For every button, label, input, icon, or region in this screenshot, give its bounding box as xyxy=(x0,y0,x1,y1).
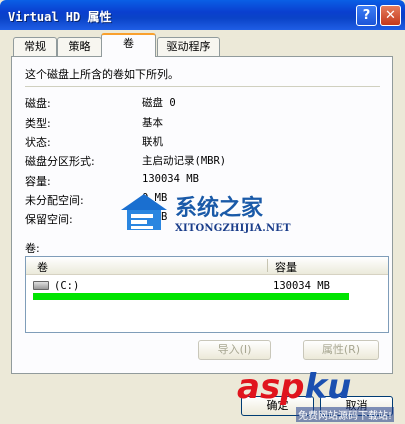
volume-cell[interactable]: (C:) xyxy=(54,280,79,292)
list-header: 卷 容量 xyxy=(26,257,388,275)
properties-button[interactable]: 属性(R) xyxy=(303,340,379,360)
house-logo-icon xyxy=(121,194,167,230)
capacity-value: 130034 MB xyxy=(142,173,199,185)
properties-dialog: Virtual HD 属性 ? ✕ 常规 策略 卷 驱动程序 这个磁盘上所含的卷… xyxy=(0,0,405,424)
aspku-watermark-subtitle: 免费网站源码下载站! xyxy=(296,407,395,422)
column-divider[interactable] xyxy=(267,259,268,272)
highlight-line xyxy=(33,293,349,300)
status-value: 联机 xyxy=(142,136,163,148)
column-header-capacity[interactable]: 容量 xyxy=(275,259,297,275)
panel-description: 这个磁盘上所含的卷如下所列。 xyxy=(25,68,179,81)
tab-policies[interactable]: 策略 xyxy=(57,37,102,56)
capacity-label: 容量: xyxy=(25,175,51,188)
title-bar[interactable]: Virtual HD 属性 ? ✕ xyxy=(0,0,405,30)
watermark-site-en: XITONGZHIJIA.NET xyxy=(175,223,291,234)
watermark-site-cn: 系统之家 xyxy=(175,196,264,221)
help-button[interactable]: ? xyxy=(356,5,377,26)
partition-style-value: 主启动记录(MBR) xyxy=(142,155,227,167)
partition-style-label: 磁盘分区形式: xyxy=(25,155,95,168)
capacity-cell[interactable]: 130034 MB xyxy=(273,280,330,292)
column-header-volume[interactable]: 卷 xyxy=(37,259,48,275)
disk-label: 磁盘: xyxy=(25,97,51,110)
aspku-watermark: aspku xyxy=(237,367,351,407)
status-label: 状态: xyxy=(25,136,51,149)
disk-drive-icon xyxy=(33,281,49,290)
reserved-label: 保留空间: xyxy=(25,213,73,226)
import-button[interactable]: 导入(I) xyxy=(198,340,271,360)
tab-volumes[interactable]: 卷 xyxy=(101,33,156,57)
type-value: 基本 xyxy=(142,117,163,129)
aspku-watermark-asp: asp xyxy=(237,367,305,407)
divider xyxy=(25,86,380,87)
disk-value: 磁盘 0 xyxy=(142,97,176,109)
type-label: 类型: xyxy=(25,117,51,130)
close-button[interactable]: ✕ xyxy=(380,5,401,26)
volumes-label: 卷: xyxy=(25,242,40,255)
aspku-watermark-ku: ku xyxy=(304,367,352,407)
tab-driver[interactable]: 驱动程序 xyxy=(157,37,220,56)
unallocated-label: 未分配空间: xyxy=(25,194,84,207)
xitongzhijia-watermark: 系统之家 XITONGZHIJIA.NET xyxy=(100,185,330,243)
tab-general[interactable]: 常规 xyxy=(13,37,57,56)
window-title: Virtual HD 属性 xyxy=(8,10,112,24)
